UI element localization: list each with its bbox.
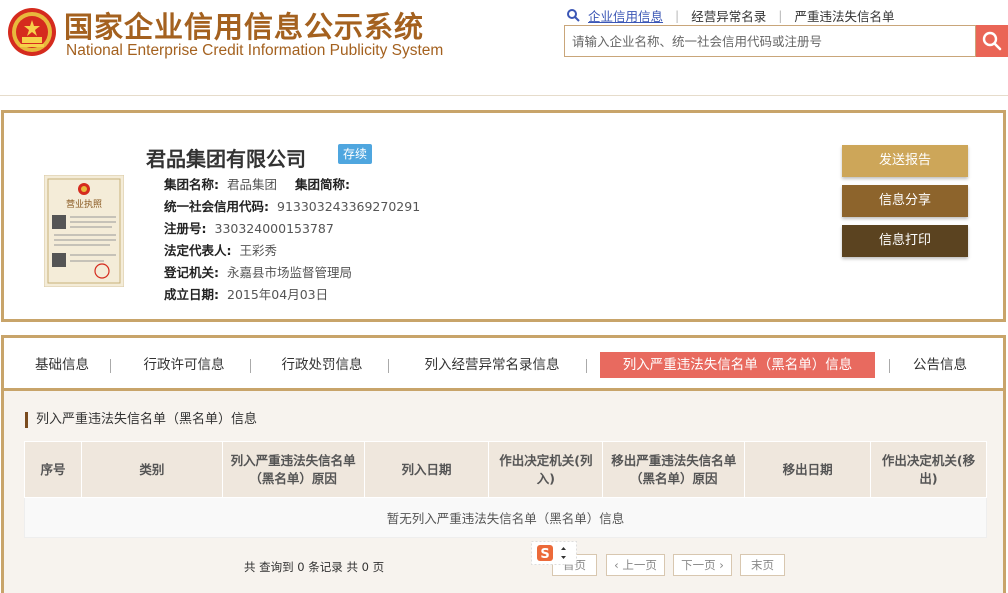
last-page-button[interactable]: 末页 bbox=[740, 554, 785, 576]
company-name: 君品集团有限公司 bbox=[146, 147, 306, 171]
tab-announcements[interactable]: 公告信息 bbox=[904, 352, 976, 378]
info-reg-no: 注册号: 330324000153787 bbox=[164, 218, 334, 237]
tab-separator bbox=[250, 359, 251, 373]
send-report-button[interactable]: 发送报告 bbox=[842, 145, 968, 177]
tab-abnormal-list[interactable]: 列入经营异常名录信息 bbox=[410, 352, 574, 378]
info-legal-rep: 法定代表人: 王彩秀 bbox=[164, 240, 277, 259]
table-header-row: 序号 类别 列入严重违法失信名单（黑名单）原因 列入日期 作出决定机关(列入) … bbox=[24, 441, 987, 498]
info-credit-code: 统一社会信用代码: 913303243369270291 bbox=[164, 196, 420, 215]
group-name-value: 君品集团 bbox=[227, 177, 278, 192]
column-header: 列入日期 bbox=[363, 441, 490, 498]
column-header: 作出决定机关(列入) bbox=[488, 441, 604, 498]
reg-authority-label: 登记机关: bbox=[164, 265, 219, 280]
business-license-image: 营业执照 bbox=[44, 175, 124, 287]
blacklist-table: 序号 类别 列入严重违法失信名单（黑名单）原因 列入日期 作出决定机关(列入) … bbox=[24, 441, 987, 538]
info-group-name: 集团名称: 君品集团 集团简称: bbox=[164, 174, 350, 193]
column-header: 移出日期 bbox=[744, 441, 872, 498]
group-short-label: 集团简称: bbox=[295, 177, 351, 192]
established-label: 成立日期: bbox=[164, 287, 219, 302]
column-header: 移出严重违法失信名单（黑名单）原因 bbox=[602, 441, 746, 498]
column-header: 类别 bbox=[80, 441, 223, 498]
nav-link-abnormal-list[interactable]: 经营异常名录 bbox=[691, 6, 766, 25]
blacklist-section: 列入严重违法失信名单（黑名单）信息 序号 类别 列入严重违法失信名单（黑名单）原… bbox=[4, 391, 1003, 593]
search-box bbox=[564, 25, 976, 57]
next-page-button[interactable]: 下一页 › bbox=[673, 554, 732, 576]
tab-separator bbox=[110, 359, 111, 373]
top-nav: 企业信用信息 | 经营异常名录 | 严重违法失信名单 bbox=[566, 6, 894, 24]
search-icon bbox=[982, 31, 1002, 51]
reg-no-label: 注册号: bbox=[164, 221, 207, 236]
site-subtitle: National Enterprise Credit Information P… bbox=[66, 42, 444, 59]
ime-sogou-icon: S bbox=[531, 541, 577, 565]
pagination: 共 查询到 0 条记录 共 0 页 首页 ‹ 上一页 下一页 › 末页 bbox=[4, 554, 1003, 578]
section-title: 列入严重违法失信名单（黑名单）信息 bbox=[25, 412, 257, 428]
nav-separator: | bbox=[778, 7, 783, 23]
national-emblem-logo bbox=[8, 8, 56, 56]
info-established: 成立日期: 2015年04月03日 bbox=[164, 284, 328, 303]
established-value: 2015年04月03日 bbox=[227, 287, 329, 302]
site-title: 国家企业信用信息公示系统 bbox=[64, 10, 425, 44]
tab-basic-info[interactable]: 基础信息 bbox=[26, 352, 98, 378]
license-title: 营业执照 bbox=[66, 198, 102, 210]
column-header: 序号 bbox=[24, 441, 82, 498]
credit-code-value: 913303243369270291 bbox=[277, 199, 421, 214]
empty-table-message: 暂无列入严重违法失信名单（黑名单）信息 bbox=[24, 497, 987, 538]
legal-rep-value: 王彩秀 bbox=[239, 243, 278, 258]
tab-admin-license[interactable]: 行政许可信息 bbox=[134, 352, 234, 378]
nav-separator: | bbox=[675, 7, 680, 23]
search-input[interactable] bbox=[565, 26, 975, 56]
tab-admin-penalty[interactable]: 行政处罚信息 bbox=[272, 352, 372, 378]
search-button[interactable] bbox=[976, 25, 1008, 57]
svg-text:S: S bbox=[540, 547, 549, 562]
reg-no-value: 330324000153787 bbox=[214, 221, 334, 236]
share-info-button[interactable]: 信息分享 bbox=[842, 185, 968, 217]
legal-rep-label: 法定代表人: bbox=[164, 243, 232, 258]
tab-separator bbox=[586, 359, 587, 373]
status-badge: 存续 bbox=[338, 144, 373, 164]
table-row: 暂无列入严重违法失信名单（黑名单）信息 bbox=[24, 497, 987, 538]
content-panel: 基础信息 行政许可信息 行政处罚信息 列入经营异常名录信息 列入严重违法失信名单… bbox=[1, 335, 1006, 593]
company-card: 营业执照 君品集团有限公司 存续 集团名称: 君品集团 集团简称: 统一社会信用代码… bbox=[1, 110, 1006, 322]
site-header: 国家企业信用信息公示系统 National Enterprise Credit … bbox=[0, 0, 1008, 96]
print-info-button[interactable]: 信息打印 bbox=[842, 225, 968, 257]
tab-separator bbox=[889, 359, 890, 373]
nav-link-credit-info[interactable]: 企业信用信息 bbox=[588, 6, 663, 25]
pagination-summary: 共 查询到 0 条记录 共 0 页 bbox=[244, 560, 385, 574]
search-icon bbox=[567, 9, 580, 22]
reg-authority-value: 永嘉县市场监督管理局 bbox=[227, 265, 353, 280]
column-header: 列入严重违法失信名单（黑名单）原因 bbox=[221, 441, 365, 498]
column-header: 作出决定机关(移出) bbox=[870, 441, 987, 498]
nav-link-blacklist[interactable]: 严重违法失信名单 bbox=[794, 6, 894, 25]
tab-separator bbox=[388, 359, 389, 373]
tab-bar: 基础信息 行政许可信息 行政处罚信息 列入经营异常名录信息 列入严重违法失信名单… bbox=[4, 338, 1003, 391]
prev-page-button[interactable]: ‹ 上一页 bbox=[606, 554, 665, 576]
tab-blacklist[interactable]: 列入严重违法失信名单（黑名单）信息 bbox=[600, 352, 875, 378]
ime-toolbar[interactable]: S bbox=[531, 541, 577, 565]
info-reg-authority: 登记机关: 永嘉县市场监督管理局 bbox=[164, 262, 352, 281]
credit-code-label: 统一社会信用代码: bbox=[164, 199, 269, 214]
group-name-label: 集团名称: bbox=[164, 177, 219, 192]
